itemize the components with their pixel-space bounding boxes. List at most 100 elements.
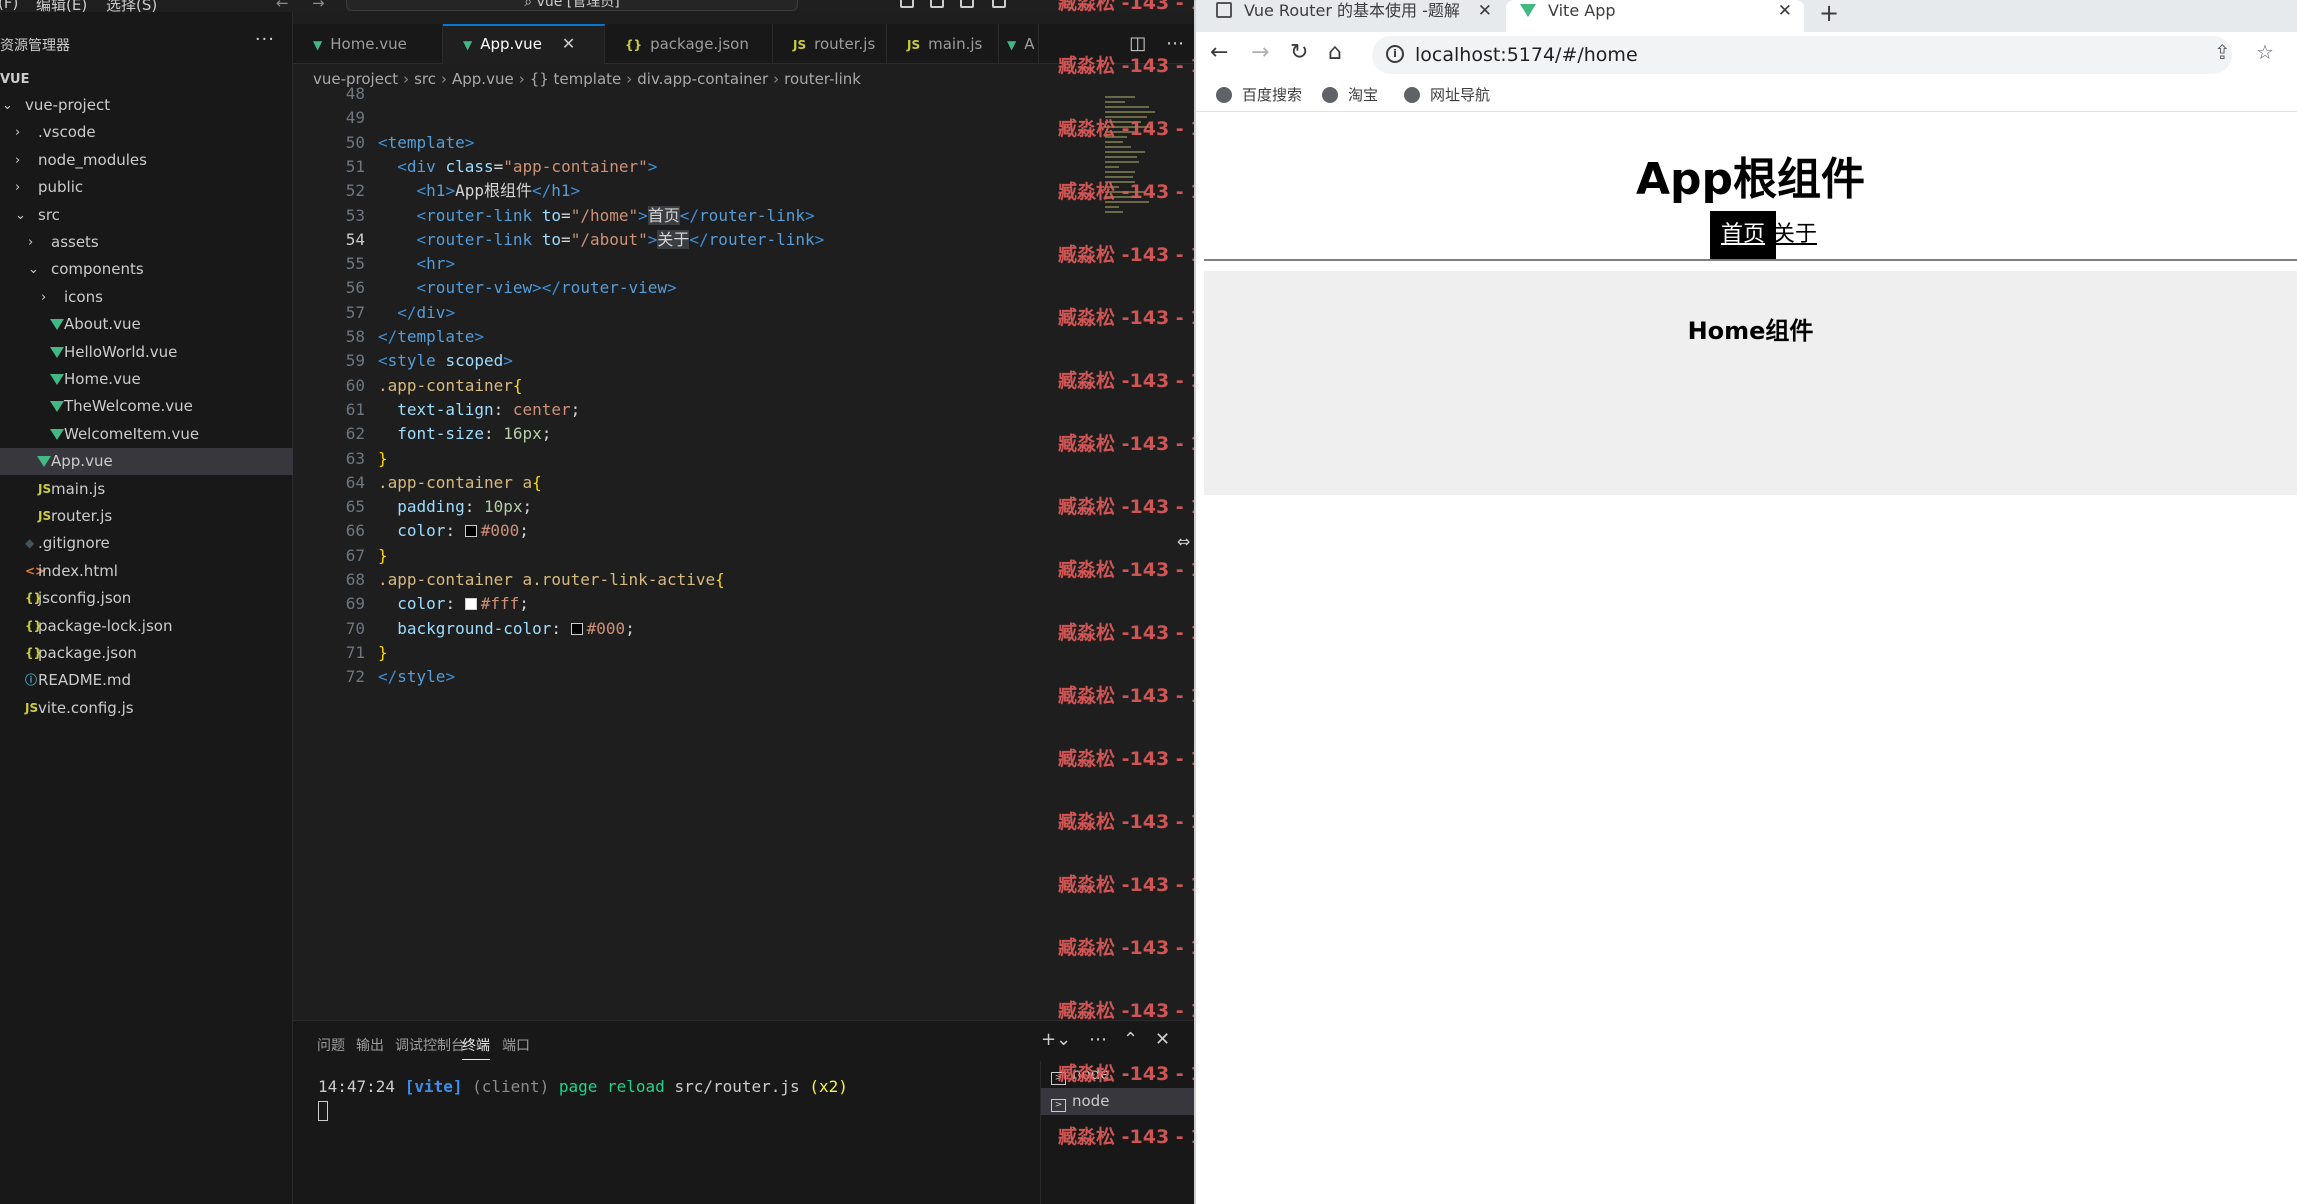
panel-more-icon[interactable]: ⋯ [1089, 1029, 1107, 1050]
tab-debug-console[interactable]: 调试控制台 [395, 1035, 465, 1055]
editor-tab[interactable]: JS main.js [887, 24, 999, 64]
code-line[interactable]: 51 <div class="app-container"> [293, 155, 1053, 179]
home-icon[interactable]: ⌂ [1328, 40, 1342, 65]
code-line[interactable]: 59 <style scoped> [293, 349, 1053, 373]
code-line[interactable]: 71} [293, 641, 1053, 665]
tree-item[interactable]: ◆ .gitignore [0, 530, 293, 557]
tree-item[interactable]: <> index.html [0, 558, 293, 585]
tree-item[interactable]: JS main.js [0, 476, 293, 503]
toggle-panel-icon[interactable] [930, 0, 944, 8]
tab-output[interactable]: 输出 [356, 1035, 384, 1055]
browser-tab[interactable]: Vue Router 的基本使用 -题解 ✕ [1204, 0, 1504, 32]
tab-terminal[interactable]: 终端 [462, 1035, 490, 1060]
code-line[interactable]: 58 </template> [293, 325, 1053, 349]
customize-layout-icon[interactable] [992, 0, 1006, 8]
code-line[interactable]: 54 <router-link to="/about">关于</router-l… [293, 228, 1053, 252]
code-line[interactable]: 50 <template> [293, 131, 1053, 155]
chevron-right-icon[interactable]: › [28, 229, 33, 256]
forward-arrow-icon[interactable]: → [312, 0, 325, 12]
tree-item[interactable]: {} package.json [0, 640, 293, 667]
code-line[interactable]: 52 <h1>App根组件</h1> [293, 179, 1053, 203]
command-center[interactable]: ⌕ vue [管理员] [346, 0, 798, 11]
menu-edit[interactable]: 编辑(E) [36, 0, 87, 12]
code-line[interactable]: 68 .app-container a.router-link-active{ [293, 568, 1053, 592]
minimap[interactable] [1097, 96, 1177, 246]
split-editor-icon[interactable]: ◫ [1129, 33, 1146, 54]
tree-item[interactable]: ⌄ src [0, 202, 293, 229]
tree-item[interactable]: ⓘ README.md [0, 667, 293, 694]
code-line[interactable]: 65 padding: 10px; [293, 495, 1053, 519]
code-line[interactable]: 72 </style> [293, 665, 1053, 689]
code-line[interactable]: 63} [293, 447, 1053, 471]
bookmark-item[interactable]: 百度搜索 [1216, 84, 1302, 105]
tree-item[interactable]: HelloWorld.vue [0, 339, 293, 366]
code-line[interactable]: 56 <router-view></router-view> [293, 276, 1053, 300]
tree-item[interactable]: › icons [0, 284, 293, 311]
chevron-right-icon[interactable]: › [15, 174, 20, 201]
back-icon[interactable]: ← [1210, 40, 1228, 65]
tree-item[interactable]: ⌄ vue-project [0, 92, 293, 119]
toggle-secondary-sidebar-icon[interactable] [960, 0, 974, 8]
chevron-right-icon[interactable]: › [41, 284, 46, 311]
code-line[interactable]: 62 font-size: 16px; [293, 422, 1053, 446]
new-terminal-icon[interactable]: +⌄ [1041, 1029, 1071, 1050]
toggle-sidebar-icon[interactable] [900, 0, 914, 8]
menu-file[interactable]: (F) [0, 0, 18, 12]
code-line[interactable]: 48 [293, 82, 1053, 106]
tree-item[interactable]: WelcomeItem.vue [0, 421, 293, 448]
code-line[interactable]: 66 color: #000; [293, 519, 1053, 543]
tree-item[interactable]: {} package-lock.json [0, 613, 293, 640]
router-link-about[interactable]: 关于 [1762, 211, 1828, 259]
editor-tab[interactable]: ▼ Home.vue [293, 24, 443, 64]
code-line[interactable]: 49 [293, 106, 1053, 130]
tree-item[interactable]: JS vite.config.js [0, 695, 293, 722]
code-line[interactable]: 57 </div> [293, 301, 1053, 325]
editor-tab[interactable]: {} package.json [605, 24, 773, 64]
editor-tab[interactable]: ▼ App.vue ✕ [443, 24, 605, 64]
tree-item[interactable]: Home.vue [0, 366, 293, 393]
bookmark-star-icon[interactable]: ☆ [2256, 40, 2274, 64]
tree-item[interactable]: › assets [0, 229, 293, 256]
tab-problems[interactable]: 问题 [317, 1035, 345, 1055]
tree-item[interactable]: About.vue [0, 311, 293, 338]
tree-item[interactable]: › .vscode [0, 119, 293, 146]
editor-tab[interactable]: ▼ A [999, 24, 1039, 64]
tree-item[interactable]: › public [0, 174, 293, 201]
more-icon[interactable]: ⋯ [1166, 33, 1184, 54]
code-line[interactable]: 69 color: #fff; [293, 592, 1053, 616]
tree-item[interactable]: App.vue [0, 448, 293, 476]
new-tab-icon[interactable]: + [1819, 0, 1839, 27]
tree-item[interactable]: JS router.js [0, 503, 293, 530]
code-line[interactable]: 53 <router-link to="/home">首页</router-li… [293, 204, 1053, 228]
close-tab-icon[interactable]: ✕ [1478, 0, 1492, 22]
workspace-section[interactable]: VUE [0, 66, 293, 93]
share-icon[interactable]: ⇪ [2214, 40, 2231, 64]
close-panel-icon[interactable]: ✕ [1155, 1029, 1170, 1050]
tree-item[interactable]: ⌄ components [0, 256, 293, 283]
tree-item[interactable]: › node_modules [0, 147, 293, 174]
chevron-down-icon[interactable]: ⌄ [2, 92, 13, 119]
back-arrow-icon[interactable]: ← [276, 0, 289, 12]
terminal-item[interactable]: > node [1041, 1088, 1195, 1115]
site-info-icon[interactable]: i [1386, 45, 1404, 63]
editor-tab[interactable]: JS router.js [773, 24, 887, 64]
close-tab-icon[interactable]: ✕ [562, 34, 575, 53]
address-bar[interactable]: i localhost:5174/#/home [1372, 36, 2232, 74]
more-actions-icon[interactable]: ··· [255, 29, 275, 50]
browser-tab-active[interactable]: Vite App ✕ [1506, 0, 1804, 32]
terminal-item[interactable]: > node [1041, 1061, 1195, 1088]
chevron-down-icon[interactable]: ⌄ [28, 256, 39, 283]
code-line[interactable]: 55 <hr> [293, 252, 1053, 276]
bookmark-item[interactable]: 网址导航 [1404, 84, 1490, 105]
code-line[interactable]: 70 background-color: #000; [293, 617, 1053, 641]
tree-item[interactable]: TheWelcome.vue [0, 393, 293, 420]
close-tab-icon[interactable]: ✕ [1778, 0, 1792, 22]
chevron-right-icon[interactable]: › [15, 147, 20, 174]
code-line[interactable]: 61 text-align: center; [293, 398, 1053, 422]
forward-icon[interactable]: → [1251, 40, 1269, 65]
code-line[interactable]: 64 .app-container a{ [293, 471, 1053, 495]
bookmark-item[interactable]: 淘宝 [1322, 84, 1378, 105]
tab-ports[interactable]: 端口 [502, 1035, 530, 1055]
maximize-panel-icon[interactable]: ⌃ [1123, 1029, 1138, 1050]
tree-item[interactable]: {} jsconfig.json [0, 585, 293, 612]
